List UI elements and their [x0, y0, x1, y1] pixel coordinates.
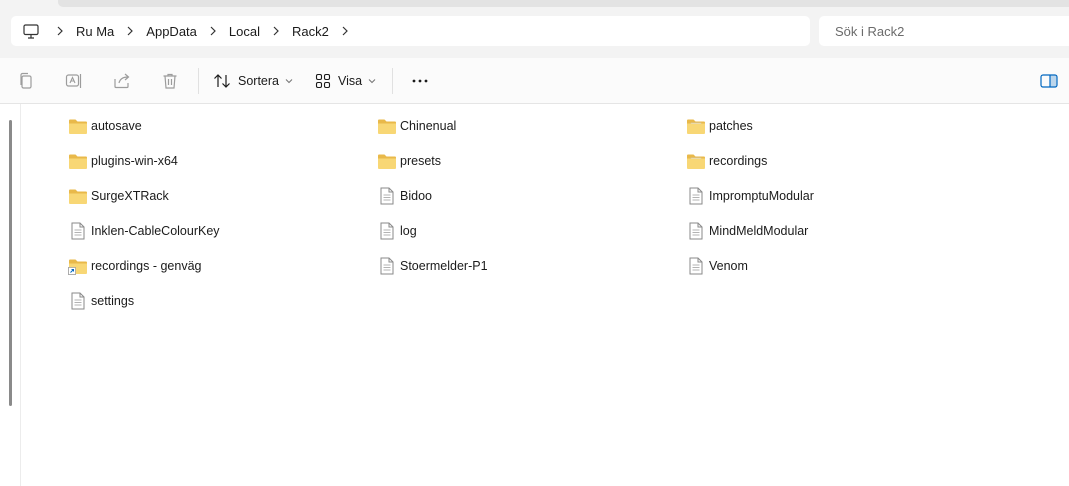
item-name: plugins-win-x64: [91, 154, 178, 168]
item-name: SurgeXTRack: [91, 189, 169, 203]
folder-icon: [68, 116, 88, 136]
search-box[interactable]: [819, 16, 1069, 46]
breadcrumb-local[interactable]: Local: [225, 24, 264, 39]
item-name: autosave: [91, 119, 142, 133]
delete-button[interactable]: [146, 65, 194, 97]
tab-strip-edge: [58, 0, 1069, 7]
chevron-right-icon[interactable]: [118, 26, 142, 36]
folder-item[interactable]: plugins-win-x64: [68, 150, 178, 172]
file-item[interactable]: Stoermelder-P1: [377, 255, 488, 277]
folder-icon: [68, 151, 88, 171]
file-item[interactable]: log: [377, 220, 417, 242]
sort-icon: [213, 73, 231, 89]
folder-icon: [377, 151, 397, 171]
view-button[interactable]: Visa: [305, 65, 386, 97]
more-icon: [411, 79, 429, 83]
search-input[interactable]: [833, 22, 1057, 40]
rename-button[interactable]: [50, 65, 98, 97]
breadcrumb-user[interactable]: Ru Ma: [72, 24, 118, 39]
details-pane-button[interactable]: [1033, 65, 1065, 97]
view-label: Visa: [338, 73, 363, 88]
command-bar: Sortera Visa: [0, 58, 1069, 104]
chevron-right-icon[interactable]: [201, 26, 225, 36]
chevron-right-icon[interactable]: [264, 26, 288, 36]
breadcrumb-appdata[interactable]: AppData: [142, 24, 201, 39]
breadcrumb-rack2[interactable]: Rack2: [288, 24, 333, 39]
item-name: log: [400, 224, 417, 238]
file-item[interactable]: Bidoo: [377, 185, 432, 207]
copy-icon: [18, 72, 34, 90]
item-name: presets: [400, 154, 441, 168]
file-item[interactable]: MindMeldModular: [686, 220, 808, 242]
item-name: settings: [91, 294, 135, 308]
item-name: ImpromptuModular: [709, 189, 814, 203]
item-name: Venom: [709, 259, 748, 273]
folder-item[interactable]: presets: [377, 150, 441, 172]
file-icon: [377, 256, 397, 276]
folder-with-content-icon: [686, 116, 706, 136]
chevron-right-icon[interactable]: [333, 26, 357, 36]
share-button[interactable]: [98, 65, 146, 97]
chevron-down-icon: [285, 78, 293, 84]
rename-icon: [65, 72, 83, 90]
address-bar[interactable]: Ru Ma AppData Local Rack2: [11, 16, 810, 46]
item-name: patches: [709, 119, 753, 133]
sort-button[interactable]: Sortera: [203, 65, 303, 97]
folder-item[interactable]: recordings: [686, 150, 767, 172]
share-icon: [113, 73, 131, 89]
trash-icon: [162, 72, 178, 90]
file-icon: [686, 186, 706, 206]
toolbar-separator: [392, 67, 394, 94]
file-icon: [377, 221, 397, 241]
file-icon: [686, 256, 706, 276]
more-options-button[interactable]: [397, 65, 443, 97]
details-pane-icon: [1040, 74, 1058, 88]
file-item[interactable]: Inklen-CableColourKey: [68, 220, 220, 242]
copy-button[interactable]: [2, 65, 50, 97]
item-name: Inklen-CableColourKey: [91, 224, 220, 238]
file-item[interactable]: settings: [68, 290, 134, 312]
item-name: recordings - genväg: [91, 259, 202, 273]
folder-item[interactable]: patches: [686, 115, 753, 137]
item-name: Bidoo: [400, 189, 432, 203]
item-name: Stoermelder-P1: [400, 259, 488, 273]
file-icon: [68, 221, 88, 241]
folder-item[interactable]: Chinenual: [377, 115, 456, 137]
toolbar-separator: [198, 67, 199, 94]
file-item[interactable]: ImpromptuModular: [686, 185, 814, 207]
chevron-down-icon: [368, 78, 376, 84]
scrollbar-thumb[interactable]: [9, 120, 12, 406]
folder-item[interactable]: SurgeXTRack: [68, 185, 169, 207]
sort-label: Sortera: [238, 73, 279, 88]
item-name: MindMeldModular: [709, 224, 809, 238]
file-icon: [377, 186, 397, 206]
file-icon: [68, 291, 88, 311]
chevron-right-icon[interactable]: [48, 26, 72, 36]
folder-with-content-icon: [686, 151, 706, 171]
folder-item[interactable]: autosave: [68, 115, 142, 137]
folder-icon: [377, 116, 397, 136]
item-name: Chinenual: [400, 119, 457, 133]
file-item[interactable]: Venom: [686, 255, 748, 277]
file-icon: [686, 221, 706, 241]
folder-shortcut-icon: [68, 256, 88, 276]
folder-icon: [68, 186, 88, 206]
item-name: recordings: [709, 154, 768, 168]
view-grid-icon: [315, 73, 331, 89]
computer-icon[interactable]: [22, 22, 40, 40]
shortcut-item[interactable]: recordings - genväg: [68, 255, 201, 277]
